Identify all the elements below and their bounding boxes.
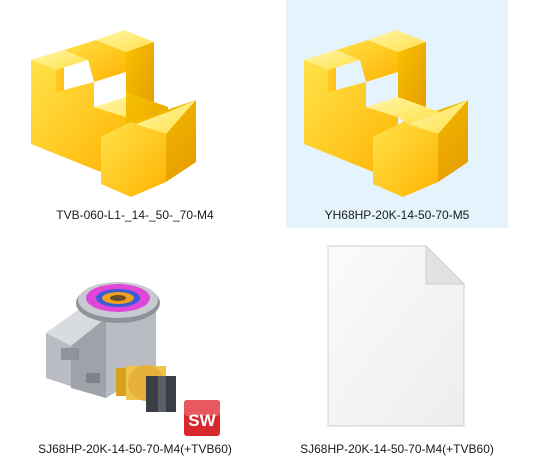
gearbox-assembly-thumbnail	[6, 248, 264, 433]
file-item[interactable]: SW SJ68HP-20K-14-50-70-M4(+TVB60)	[6, 238, 264, 466]
file-item[interactable]: SJ68HP-20K-14-50-70-M4(+TVB60)	[286, 238, 508, 466]
file-item[interactable]: TVB-060-L1-_14-_50-_70-M4	[6, 0, 264, 228]
blank-document-icon	[286, 240, 508, 435]
solidworks-sw-badge-icon: SW	[183, 399, 221, 437]
solidworks-part-icon	[6, 12, 264, 197]
file-name-label: TVB-060-L1-_14-_50-_70-M4	[56, 208, 214, 222]
solidworks-part-icon	[286, 12, 508, 197]
file-item[interactable]: YH68HP-20K-14-50-70-M5	[286, 0, 508, 228]
file-name-label: SJ68HP-20K-14-50-70-M4(+TVB60)	[38, 442, 232, 456]
file-name-label: SJ68HP-20K-14-50-70-M4(+TVB60)	[300, 442, 494, 456]
file-name-label: YH68HP-20K-14-50-70-M5	[324, 208, 470, 222]
svg-text:SW: SW	[188, 411, 216, 430]
